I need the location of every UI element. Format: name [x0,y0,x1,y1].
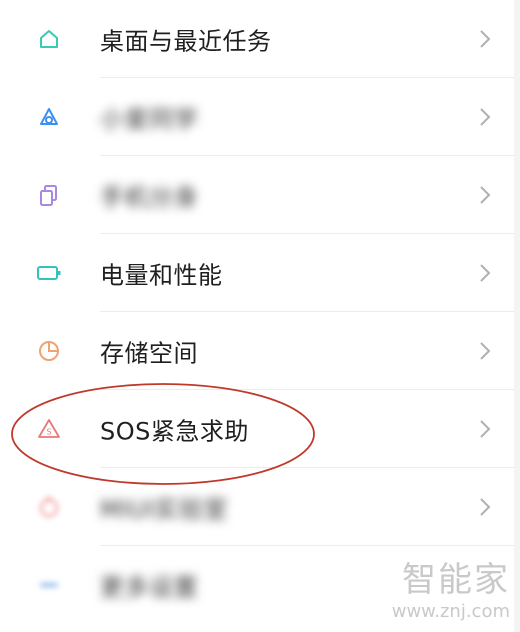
svg-text:S: S [46,428,51,437]
settings-item-label: 电量和性能 [100,261,223,290]
chevron-right-icon [478,418,492,440]
settings-item-lab[interactable]: MIUI实验室 [0,468,520,546]
chevron-right-icon [478,184,492,206]
watermark: 智能家 www.znj.com [370,560,510,630]
watermark-url: www.znj.com [391,601,510,622]
more-settings-icon [34,570,64,600]
settings-item-label: 桌面与最近任务 [100,27,272,56]
settings-item-label: SOS紧急求助 [100,417,249,446]
chevron-right-icon [478,496,492,518]
chevron-right-icon [478,340,492,362]
settings-item-label: 更多设置 [100,573,198,602]
settings-item-label: 手机分身 [100,183,198,212]
settings-item-sos[interactable]: S SOS紧急求助 [0,390,520,468]
chevron-right-icon [478,28,492,50]
battery-icon [34,258,64,288]
settings-item-storage[interactable]: 存储空间 [0,312,520,390]
settings-item-battery[interactable]: 电量和性能 [0,234,520,312]
watermark-text: 智能家 [402,560,510,600]
settings-item-label: MIUI实验室 [100,495,228,524]
storage-pie-icon [34,336,64,366]
home-icon [34,24,64,54]
sos-icon: S [34,414,64,444]
dual-phone-icon [34,180,64,210]
settings-item-label: 小爱同学 [100,105,198,134]
assistant-icon [34,102,64,132]
lab-icon [34,492,64,522]
chevron-right-icon [478,106,492,128]
settings-item-dual-apps[interactable]: 手机分身 [0,156,520,234]
settings-item-label: 存储空间 [100,339,198,368]
scroll-edge [514,0,520,632]
chevron-right-icon [478,262,492,284]
settings-item-assistant[interactable]: 小爱同学 [0,78,520,156]
settings-item-desktop[interactable]: 桌面与最近任务 [0,0,520,78]
